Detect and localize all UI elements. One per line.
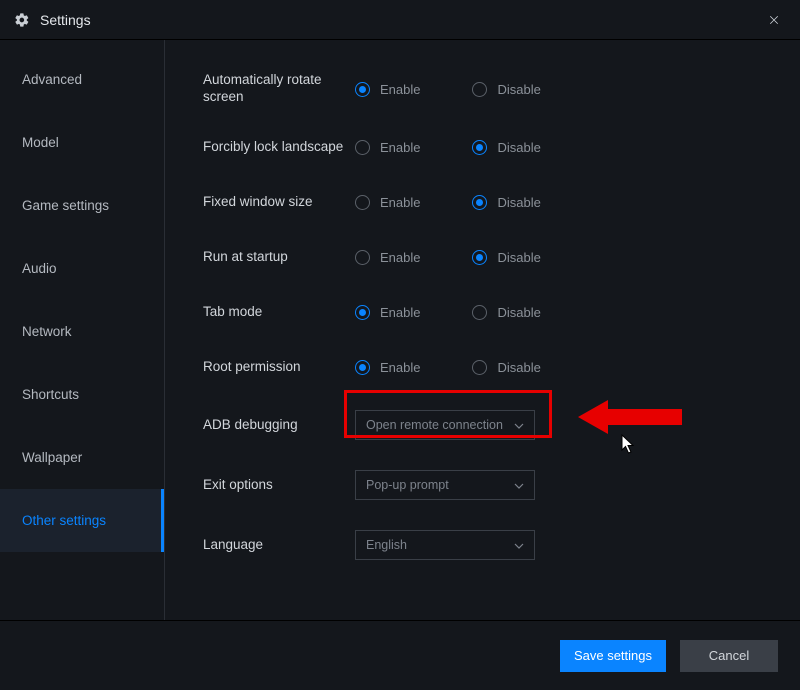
setting-label: Forcibly lock landscape bbox=[203, 139, 355, 156]
radio-enable[interactable]: Enable bbox=[355, 82, 420, 97]
radio-label: Enable bbox=[380, 305, 420, 320]
content: Automatically rotate screen Enable Disable… bbox=[165, 40, 800, 620]
radio-label: Disable bbox=[497, 250, 540, 265]
radio-enable[interactable]: Enable bbox=[355, 250, 420, 265]
chevron-down-icon bbox=[514, 478, 524, 492]
radio-enable[interactable]: Enable bbox=[355, 305, 420, 320]
setting-label: Tab mode bbox=[203, 304, 355, 321]
select-adb-debugging[interactable]: Open remote connection bbox=[355, 410, 535, 440]
radio-label: Disable bbox=[497, 195, 540, 210]
radio-circle-icon bbox=[472, 82, 487, 97]
select-value: Open remote connection bbox=[366, 418, 503, 432]
sidebar-item-advanced[interactable]: Advanced bbox=[0, 48, 164, 111]
radio-circle-icon bbox=[355, 195, 370, 210]
setting-label: Run at startup bbox=[203, 249, 355, 266]
select-value: English bbox=[366, 538, 407, 552]
setting-row-exit-options: Exit options Pop-up prompt bbox=[165, 455, 800, 515]
save-settings-button[interactable]: Save settings bbox=[560, 640, 666, 672]
sidebar-item-game-settings[interactable]: Game settings bbox=[0, 174, 164, 237]
setting-label: Automatically rotate screen bbox=[203, 72, 355, 106]
titlebar: Settings bbox=[0, 0, 800, 40]
radio-circle-icon bbox=[472, 140, 487, 155]
body: Advanced Model Game settings Audio Network Sh… bbox=[0, 40, 800, 620]
radio-disable[interactable]: Disable bbox=[472, 250, 540, 265]
sidebar-item-network[interactable]: Network bbox=[0, 300, 164, 363]
setting-label: Language bbox=[203, 537, 355, 554]
radio-enable[interactable]: Enable bbox=[355, 195, 420, 210]
setting-row-root-permission: Root permission Enable Disable bbox=[165, 340, 800, 395]
setting-row-automatically-rotate-screen: Automatically rotate screen Enable Disable bbox=[165, 58, 800, 120]
select-exit-options[interactable]: Pop-up prompt bbox=[355, 470, 535, 500]
sidebar-item-other-settings[interactable]: Other settings bbox=[0, 489, 164, 552]
gear-icon bbox=[14, 12, 30, 28]
sidebar-item-label: Audio bbox=[22, 261, 57, 276]
cancel-button[interactable]: Cancel bbox=[680, 640, 778, 672]
sidebar-item-label: Model bbox=[22, 135, 59, 150]
radio-circle-icon bbox=[355, 305, 370, 320]
sidebar-item-label: Other settings bbox=[22, 513, 106, 528]
sidebar-item-shortcuts[interactable]: Shortcuts bbox=[0, 363, 164, 426]
radio-disable[interactable]: Disable bbox=[472, 305, 540, 320]
setting-label: Fixed window size bbox=[203, 194, 355, 211]
setting-row-language: Language English bbox=[165, 515, 800, 575]
chevron-down-icon bbox=[514, 418, 524, 432]
setting-row-fixed-window-size: Fixed window size Enable Disable bbox=[165, 175, 800, 230]
radio-label: Disable bbox=[497, 82, 540, 97]
sidebar-item-wallpaper[interactable]: Wallpaper bbox=[0, 426, 164, 489]
radio-circle-icon bbox=[472, 250, 487, 265]
radio-label: Disable bbox=[497, 360, 540, 375]
sidebar-item-label: Shortcuts bbox=[22, 387, 79, 402]
close-button[interactable] bbox=[762, 8, 786, 32]
sidebar-item-model[interactable]: Model bbox=[0, 111, 164, 174]
chevron-down-icon bbox=[514, 538, 524, 552]
radio-label: Enable bbox=[380, 195, 420, 210]
sidebar-item-label: Wallpaper bbox=[22, 450, 82, 465]
setting-row-adb-debugging: ADB debugging Open remote connection bbox=[165, 395, 800, 455]
setting-label: Root permission bbox=[203, 359, 355, 376]
radio-label: Disable bbox=[497, 305, 540, 320]
radio-circle-icon bbox=[355, 82, 370, 97]
radio-disable[interactable]: Disable bbox=[472, 360, 540, 375]
radio-label: Enable bbox=[380, 140, 420, 155]
setting-row-tab-mode: Tab mode Enable Disable bbox=[165, 285, 800, 340]
radio-circle-icon bbox=[472, 195, 487, 210]
sidebar-item-label: Network bbox=[22, 324, 72, 339]
radio-disable[interactable]: Disable bbox=[472, 140, 540, 155]
radio-disable[interactable]: Disable bbox=[472, 82, 540, 97]
radio-circle-icon bbox=[355, 360, 370, 375]
radio-circle-icon bbox=[472, 360, 487, 375]
radio-label: Enable bbox=[380, 360, 420, 375]
radio-enable[interactable]: Enable bbox=[355, 360, 420, 375]
radio-group: Enable Disable bbox=[355, 250, 541, 265]
select-language[interactable]: English bbox=[355, 530, 535, 560]
radio-circle-icon bbox=[355, 250, 370, 265]
radio-label: Enable bbox=[380, 82, 420, 97]
sidebar: Advanced Model Game settings Audio Network Sh… bbox=[0, 40, 165, 620]
radio-enable[interactable]: Enable bbox=[355, 140, 420, 155]
radio-group: Enable Disable bbox=[355, 305, 541, 320]
setting-row-run-at-startup: Run at startup Enable Disable bbox=[165, 230, 800, 285]
radio-group: Enable Disable bbox=[355, 195, 541, 210]
close-icon bbox=[767, 13, 781, 27]
footer: Save settings Cancel bbox=[0, 620, 800, 690]
sidebar-item-label: Advanced bbox=[22, 72, 82, 87]
sidebar-item-label: Game settings bbox=[22, 198, 109, 213]
radio-circle-icon bbox=[355, 140, 370, 155]
radio-group: Enable Disable bbox=[355, 140, 541, 155]
select-value: Pop-up prompt bbox=[366, 478, 449, 492]
window-title: Settings bbox=[40, 12, 762, 28]
sidebar-item-audio[interactable]: Audio bbox=[0, 237, 164, 300]
radio-circle-icon bbox=[472, 305, 487, 320]
radio-group: Enable Disable bbox=[355, 82, 541, 97]
radio-label: Enable bbox=[380, 250, 420, 265]
radio-group: Enable Disable bbox=[355, 360, 541, 375]
setting-label: Exit options bbox=[203, 477, 355, 494]
radio-label: Disable bbox=[497, 140, 540, 155]
setting-row-forcibly-lock-landscape: Forcibly lock landscape Enable Disable bbox=[165, 120, 800, 175]
radio-disable[interactable]: Disable bbox=[472, 195, 540, 210]
setting-label: ADB debugging bbox=[203, 417, 355, 434]
